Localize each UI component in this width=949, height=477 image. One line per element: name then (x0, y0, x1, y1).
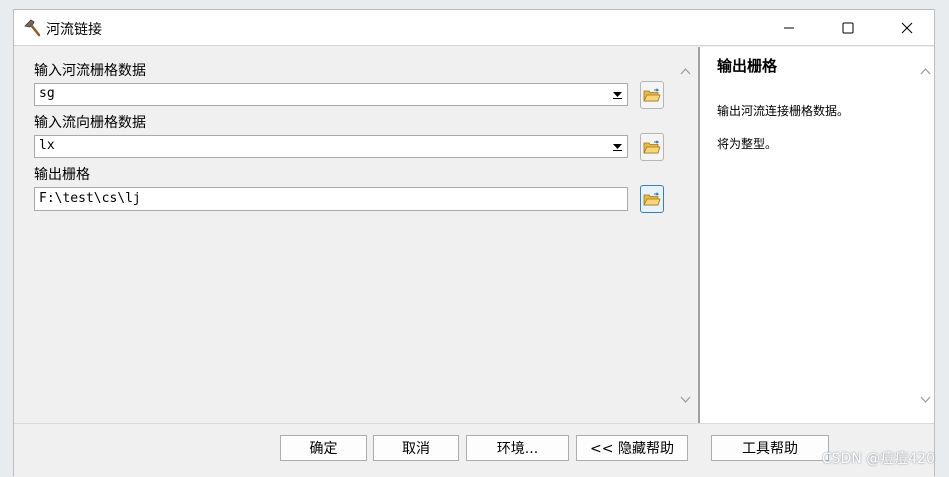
parameters-scrollbar[interactable] (676, 47, 694, 423)
dropdown-arrow-button[interactable] (610, 138, 625, 155)
chevron-down-icon (920, 396, 930, 403)
hammer-icon (24, 19, 41, 37)
environments-button[interactable]: 环境... (466, 435, 569, 461)
ok-button[interactable]: 确定 (280, 435, 367, 461)
chevron-down-icon (613, 92, 622, 99)
output-raster-value: F:\test\cs\lj (39, 191, 141, 206)
minimize-button[interactable] (766, 10, 812, 45)
river-raster-combo[interactable]: sg (34, 83, 628, 106)
watermark: CSDN @痘痘420 (821, 451, 935, 467)
output-raster-input[interactable]: F:\test\cs\lj (34, 187, 628, 211)
close-button[interactable] (884, 10, 930, 45)
maximize-button[interactable] (825, 10, 871, 45)
hide-help-button[interactable]: << 隐藏帮助 (576, 435, 688, 461)
help-pane: 输出栅格 输出河流连接栅格数据。 将为整型。 (698, 47, 934, 423)
tool-help-button[interactable]: 工具帮助 (711, 435, 829, 461)
window-title: 河流链接 (46, 22, 102, 38)
minimize-icon (784, 27, 794, 28)
help-scrollbar[interactable] (916, 47, 934, 423)
river-raster-value: sg (39, 86, 55, 101)
flow-direction-combo[interactable]: lx (34, 135, 628, 158)
help-title: 输出栅格 (717, 57, 778, 75)
close-icon (901, 22, 913, 33)
title-bar[interactable]: 河流链接 (14, 10, 934, 46)
chevron-up-icon (920, 67, 930, 74)
flow-direction-value: lx (39, 138, 55, 153)
button-bar: 确定 取消 环境... << 隐藏帮助 工具帮助 (14, 423, 934, 477)
scroll-down-button[interactable] (916, 391, 934, 407)
chevron-down-icon (613, 144, 622, 151)
browse-output-raster-button[interactable] (640, 185, 664, 213)
dropdown-arrow-button[interactable] (610, 86, 625, 103)
scroll-down-button[interactable] (676, 391, 694, 407)
help-text-line: 将为整型。 (717, 137, 778, 151)
parameters-pane: 输入河流栅格数据 sg 输入流向栅格数据 lx 输出栅格 F:\test\cs\… (14, 47, 694, 423)
river-raster-label: 输入河流栅格数据 (34, 63, 146, 79)
chevron-down-icon (680, 396, 690, 403)
flow-direction-label: 输入流向栅格数据 (34, 115, 146, 131)
maximize-icon (842, 22, 854, 33)
scroll-up-button[interactable] (916, 63, 934, 79)
tool-dialog: 河流链接 输入河流栅格数据 sg 输入流向栅格数据 lx 输出栅格 F:\tes… (13, 9, 935, 477)
open-folder-icon (643, 139, 661, 153)
help-text-line: 输出河流连接栅格数据。 (717, 104, 850, 118)
cancel-button[interactable]: 取消 (373, 435, 459, 461)
scroll-up-button[interactable] (676, 63, 694, 79)
open-folder-icon (643, 191, 661, 205)
chevron-up-icon (680, 67, 690, 74)
output-raster-label: 输出栅格 (34, 167, 90, 183)
browse-flow-direction-button[interactable] (640, 133, 664, 161)
browse-river-raster-button[interactable] (640, 81, 664, 109)
open-folder-icon (643, 87, 661, 101)
